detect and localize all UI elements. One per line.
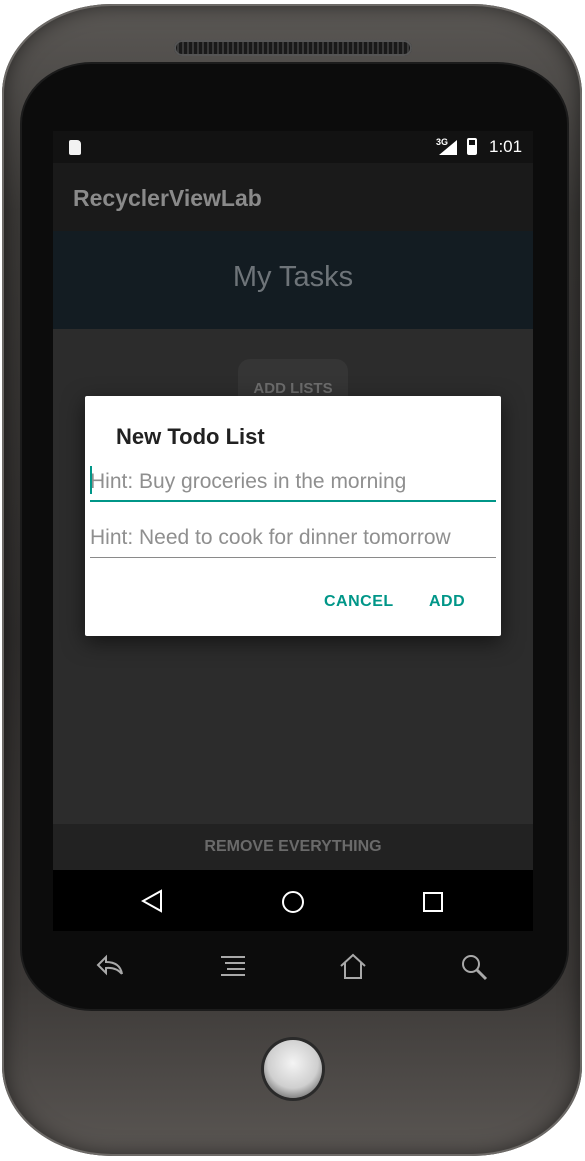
- status-clock: 1:01: [489, 137, 523, 156]
- new-todo-dialog: New Todo List Hint: Buy groceries in the…: [85, 396, 501, 636]
- search-icon[interactable]: [460, 953, 488, 981]
- navigation-bar: [53, 870, 533, 931]
- sd-card-icon: [69, 140, 81, 155]
- remove-everything-button[interactable]: REMOVE EVERYTHING: [53, 824, 533, 870]
- back-arrow-icon[interactable]: [96, 954, 126, 980]
- cancel-button[interactable]: CANCEL: [324, 593, 394, 611]
- recents-square-icon[interactable]: [422, 891, 444, 913]
- dialog-title: New Todo List: [116, 424, 265, 449]
- status-bar: 3G 1:01: [53, 131, 533, 163]
- back-triangle-icon[interactable]: [141, 889, 163, 913]
- todo-description-field[interactable]: Hint: Need to cook for dinner tomorrow: [90, 518, 496, 558]
- home-icon[interactable]: [338, 952, 368, 980]
- add-button[interactable]: ADD: [429, 593, 465, 611]
- remove-everything-label: REMOVE EVERYTHING: [204, 838, 382, 855]
- page-title: My Tasks: [232, 261, 354, 293]
- field-underline-active: [90, 500, 496, 502]
- app-title: RecyclerViewLab: [73, 185, 262, 211]
- signal-icon: [439, 140, 457, 155]
- battery-icon: [467, 138, 477, 155]
- field-underline: [90, 557, 496, 558]
- todo-title-hint: Hint: Buy groceries in the morning: [90, 470, 407, 493]
- todo-title-field[interactable]: Hint: Buy groceries in the morning: [90, 462, 496, 502]
- home-circle-icon[interactable]: [281, 890, 305, 914]
- phone-screen: 3G 1:01 RecyclerViewLab My Tasks ADD LIS…: [53, 131, 533, 931]
- menu-icon[interactable]: [219, 955, 247, 979]
- app-bar: RecyclerViewLab: [53, 163, 533, 231]
- trackball-button[interactable]: [264, 1040, 322, 1098]
- header-band: My Tasks: [53, 231, 533, 329]
- earpiece-speaker: [174, 40, 412, 56]
- text-caret: [90, 466, 92, 494]
- todo-description-hint: Hint: Need to cook for dinner tomorrow: [90, 526, 451, 549]
